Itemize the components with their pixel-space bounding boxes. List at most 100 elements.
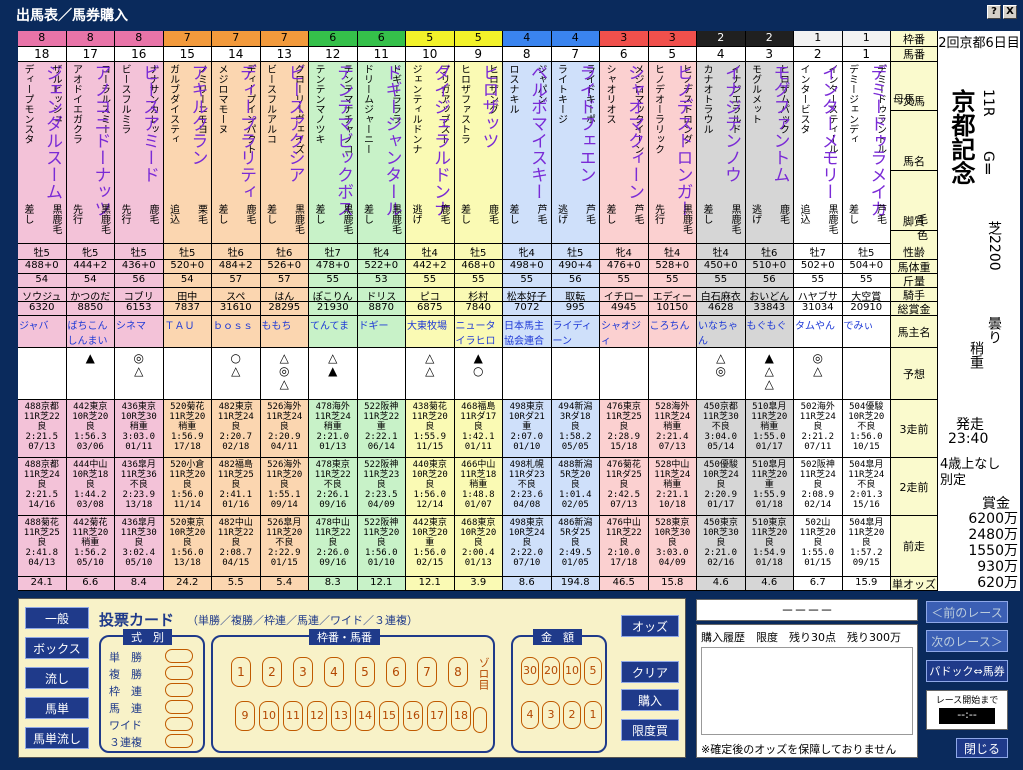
horse-column[interactable]: 6 11 牝4 522+0 53 ドリス 8870 12.1 ドギーラララ ドリームジャーニー ドギ… (357, 31, 406, 591)
horse-name-cell[interactable]: ライドキーポ ライトキージ ライドフェエン 逃げ 芦毛 (551, 62, 599, 244)
horse-name-cell[interactable]: デミードゥラントル デミージェンディ デミードゥラメイカ 差し 芦毛 (842, 62, 890, 244)
horse-name-cell[interactable]: ノミリーニモヨ ガルブダイスティ アキルクラン 追込 栗毛 (163, 62, 211, 244)
horse-name[interactable]: ジェンダルスーム (40, 64, 65, 200)
horse-column[interactable]: 8 17 牝5 444+2 54 かつのだ 8850 6.6 コーラルスミー アオドイエガクラ アノ… (66, 31, 115, 591)
prev-race-button[interactable]: ＜前のレース (926, 601, 1008, 623)
horse-column[interactable]: 5 10 牡4 442+2 55 ピコ 6875 12.1 フリガアッブスト ジェンティルドンナダ… (406, 31, 455, 591)
horse-column[interactable]: 3 5 牡4 528+0 55 エディー 10150 15.8 ヒノデストロング ヒノデオーラリッ… (648, 31, 697, 591)
horse-name-cell[interactable]: コーラルスミー アオドイエガクラ アノコニドーナッツ 先行 黒鹿毛 (66, 62, 114, 244)
amount-mark[interactable]: 10 (563, 657, 581, 685)
number-mark[interactable]: 9 (235, 701, 255, 731)
horse-column[interactable]: 2 3 牡6 510+0 56 おいどん 33843 4.6 ヒロザムパック モグルメット モグファ… (745, 31, 794, 591)
horse-column[interactable]: 6 12 牡7 478+0 55 ぽこりん 21930 8.3 テンテマナチャノコ テンテンマノツ… (309, 31, 358, 591)
horse-name[interactable]: ダイジェラルドンナ (428, 64, 453, 217)
horse-name[interactable]: テンテマビックボス (331, 64, 356, 217)
horse-name-cell[interactable]: ヒロザムパック モグルメット モグファントム 逃げ 鹿毛 (745, 62, 793, 244)
horse-name[interactable]: シャオマクィーン (622, 64, 647, 200)
horse-name[interactable]: ドギージャンタール (380, 64, 405, 217)
number-mark[interactable]: 4 (324, 657, 344, 687)
bet-type-button[interactable]: 一般 (25, 607, 89, 629)
horse-name[interactable]: イナジテンノウ (719, 64, 744, 183)
amount-mark[interactable]: 1 (584, 701, 602, 729)
horse-column[interactable]: 4 7 牡5 490+4 56 取転 995 194.8 ライドキーポ ライトキージ ライドフェエン… (551, 31, 600, 591)
horse-name[interactable]: ディープラリティ (234, 64, 259, 200)
action-button[interactable]: 限度買 (621, 719, 679, 741)
horse-column[interactable]: 7 15 牡5 520+0 54 田中 7837 24.2 ノミリーニモヨ ガルブダイスティ アキル… (163, 31, 212, 591)
help-button[interactable]: ? (987, 5, 1001, 19)
number-mark[interactable]: 1 (231, 657, 251, 687)
horse-name[interactable]: ヒロザッツ (477, 64, 502, 149)
horse-column[interactable]: 2 4 牡4 450+0 55 白石麻衣 4628 4.6 イナジエラルド カナオトラウル イナジテ… (697, 31, 746, 591)
shiki-mark[interactable] (165, 717, 193, 731)
horse-name-cell[interactable]: ドギーラララ ドリームジャーニー ドギージャンタール 差し 黒鹿毛 (357, 62, 405, 244)
horse-name-cell[interactable]: ナナサンカレッ ビースフルミラ ビースアミード 先行 鹿毛 (115, 62, 163, 244)
horse-column[interactable]: 4 8 牝4 498+0 55 松本好子 7072 8.6 ジャパン ロスナキル ベルボマイスキー差… (503, 31, 552, 591)
shiki-mark[interactable] (165, 734, 193, 748)
number-mark[interactable]: 18 (451, 701, 471, 731)
history-panel[interactable]: 購入履歴 限度 残り30点 残り300万 ※確定後のオッズを保障しておりません (696, 624, 918, 758)
horse-name[interactable]: アキルクラン (186, 64, 211, 166)
next-race-button[interactable]: 次のレース＞ (926, 630, 1008, 652)
number-mark[interactable]: 2 (262, 657, 282, 687)
number-mark[interactable]: 10 (259, 701, 279, 731)
horse-name[interactable]: デミードゥラメイカ (865, 64, 890, 217)
horse-column[interactable]: 5 9 牡5 468+0 55 杉村 7840 3.9 ヒロザング ヒロザファストラ ヒロザッツ 差し… (454, 31, 503, 591)
horse-name[interactable]: アノコニドーナッツ (89, 64, 114, 217)
horse-name[interactable]: インターメモリー (816, 64, 841, 200)
horse-name-cell[interactable]: フリガアッブスト ジェンティルドンナ ダイジェラルドンナ 逃げ 鹿毛 (406, 62, 454, 244)
amount-mark[interactable]: 5 (584, 657, 602, 685)
close-button[interactable]: 閉じる (956, 738, 1008, 758)
amount-mark[interactable]: 4 (521, 701, 539, 729)
horse-name-cell[interactable]: インタースティール インタービスタ インターメモリー 追込 黒鹿毛 (794, 62, 842, 244)
horse-name[interactable]: ビースアクシア (283, 64, 308, 183)
paddock-toggle-button[interactable]: パドック⇔馬券 (926, 660, 1008, 682)
horse-column[interactable]: 1 1 牡5 504+0 55 大空賞 20910 15.9 デミードゥラントル デミージェンディ… (842, 31, 891, 591)
horse-name[interactable]: ビースアミード (137, 64, 162, 183)
history-list[interactable] (701, 647, 913, 735)
horse-name-cell[interactable]: テンテマナチャノコ テンテンマノツキ テンテマビックボス 差し 黒鹿毛 (309, 62, 357, 244)
horse-column[interactable]: 3 6 牝4 476+0 55 イチロー 4945 46.5 メジロマックイーン シャオリオス シャ… (600, 31, 649, 591)
horse-column[interactable]: 1 2 牡7 502+0 55 ハヤブサ 31034 6.7 インタースティール インタービスタイ… (794, 31, 843, 591)
horse-name-cell[interactable]: ヒロザング ヒロザファストラ ヒロザッツ 差し 鹿毛 (454, 62, 502, 244)
number-mark[interactable]: 3 (293, 657, 313, 687)
amount-mark[interactable]: 30 (521, 657, 539, 685)
action-button[interactable]: クリア (621, 661, 679, 683)
number-mark[interactable]: 6 (386, 657, 406, 687)
number-mark[interactable]: 12 (307, 701, 327, 731)
number-mark[interactable]: 8 (448, 657, 468, 687)
number-mark[interactable]: 7 (417, 657, 437, 687)
horse-name-cell[interactable]: メジロマックイーン シャオリオス シャオマクィーン 差し 芦毛 (600, 62, 648, 244)
horse-name-cell[interactable]: ザルビッシュ ディープモンスタ ジェンダルスーム 差し 黒鹿毛 (18, 62, 66, 244)
shiki-mark[interactable] (165, 649, 193, 663)
horse-name[interactable]: ベルボマイスキー (525, 64, 550, 200)
amount-mark[interactable]: 2 (563, 701, 581, 729)
number-mark[interactable]: 11 (283, 701, 303, 731)
action-button[interactable]: 購入 (621, 689, 679, 711)
horse-name-cell[interactable]: ディープインパクト メジロマモーヌ ディープラリティ 差し 鹿毛 (212, 62, 260, 244)
bet-type-button[interactable]: 流し (25, 667, 89, 689)
amount-mark[interactable]: 20 (542, 657, 560, 685)
number-mark[interactable]: 5 (355, 657, 375, 687)
bet-type-button[interactable]: 馬単流し (25, 727, 89, 749)
horse-name-cell[interactable]: ヒノデストロング ヒノデオーラリック ヒノデストロンガー 先行 黒鹿毛 (648, 62, 696, 244)
horse-column[interactable]: 7 13 牡6 526+0 57 はん 28295 5.4 グローリーヴェイズ ビースフルアルコビ… (260, 31, 309, 591)
horse-name-cell[interactable]: グローリーヴェイズ ビースフルアルコ ビースアクシア 差し 黒鹿毛 (260, 62, 308, 244)
number-mark[interactable]: 16 (403, 701, 423, 731)
number-mark[interactable]: 17 (427, 701, 447, 731)
action-button[interactable]: オッズ (621, 615, 679, 637)
bet-type-button[interactable]: ボックス (25, 637, 89, 659)
number-mark[interactable]: 15 (379, 701, 399, 731)
number-mark[interactable]: 13 (331, 701, 351, 731)
horse-column[interactable]: 8 16 牡5 436+0 56 コブリ 6153 8.4 ナナサンカレッ ビースフルミラ ビースア… (115, 31, 164, 591)
horse-column[interactable]: 8 18 牡5 488+0 54 ソウジュ 6320 24.1 ザルビッシュ ディープモンスタ ジェ… (18, 31, 67, 591)
horse-name[interactable]: ヒノデストロンガー (671, 64, 696, 217)
amount-mark[interactable]: 3 (542, 701, 560, 729)
shiki-mark[interactable] (165, 683, 193, 697)
horse-name[interactable]: モグファントム (768, 64, 793, 183)
horse-column[interactable]: 7 14 牡6 484+2 57 スペ 31610 5.5 ディープインパクト メジロマモーヌ ディ… (212, 31, 261, 591)
number-mark[interactable]: 14 (355, 701, 375, 731)
shiki-mark[interactable] (165, 700, 193, 714)
horse-name[interactable]: ライドフェエン (574, 64, 599, 183)
bet-type-button[interactable]: 馬単 (25, 697, 89, 719)
zorome-mark[interactable] (473, 707, 487, 733)
